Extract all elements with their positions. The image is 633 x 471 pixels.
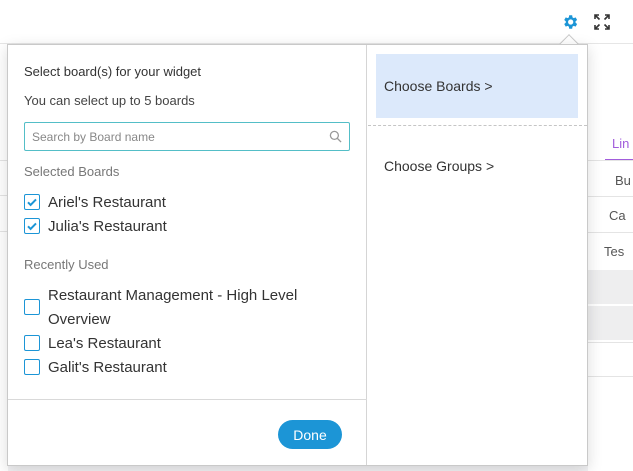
table-row-divider (588, 160, 633, 161)
footer-divider (8, 399, 367, 400)
checkbox-unchecked[interactable] (24, 359, 40, 375)
table-cell: Ca (609, 208, 626, 223)
checkbox-unchecked[interactable] (24, 299, 40, 315)
checkbox-unchecked[interactable] (24, 335, 40, 351)
steps-panel: Choose Boards > Choose Groups > (368, 45, 587, 465)
table-row (588, 270, 633, 304)
step-choose-groups[interactable]: Choose Groups > (384, 158, 494, 174)
board-option-label: Restaurant Management - High Level Overv… (48, 287, 298, 328)
popover-subtitle: You can select up to 5 boards (24, 93, 195, 108)
recently-used-label: Recently Used (24, 257, 109, 272)
board-option[interactable]: Galit's Restaurant (24, 356, 338, 380)
board-option[interactable]: Ariel's Restaurant (24, 191, 338, 215)
checkbox-checked[interactable] (24, 218, 40, 234)
search-field (24, 122, 350, 151)
board-option[interactable]: Julia's Restaurant (24, 215, 338, 239)
table-row-divider (588, 376, 633, 377)
table-cell: Bu (615, 173, 631, 188)
table-row-divider (588, 196, 633, 197)
steps-divider (368, 125, 587, 126)
checkmark-icon (27, 222, 37, 231)
table-cell: Tes (604, 244, 625, 259)
board-selection-popover: Select board(s) for your widget You can … (7, 44, 588, 466)
board-option-label: Galit's Restaurant (48, 359, 167, 376)
table-row (588, 306, 633, 340)
board-option[interactable]: Lea's Restaurant (24, 332, 338, 356)
board-option-label: Lea's Restaurant (48, 335, 161, 352)
search-icon[interactable] (329, 130, 342, 148)
expand-icon[interactable] (591, 11, 613, 33)
done-button[interactable]: Done (278, 420, 342, 449)
background-tab[interactable]: Lin (612, 136, 629, 151)
popover-title: Select board(s) for your widget (24, 64, 202, 79)
checkbox-checked[interactable] (24, 194, 40, 210)
selected-boards-label: Selected Boards (24, 164, 120, 179)
step-choose-boards[interactable]: Choose Boards > (376, 54, 578, 118)
table-row-divider (588, 232, 633, 233)
gear-icon[interactable] (559, 11, 581, 33)
checkmark-icon (27, 198, 37, 207)
board-selection-panel: Select board(s) for your widget You can … (8, 45, 367, 465)
board-option[interactable]: Restaurant Management - High Level Overv… (24, 284, 338, 332)
app-header (0, 0, 633, 44)
board-option-label: Julia's Restaurant (48, 218, 167, 235)
board-option-label: Ariel's Restaurant (48, 194, 166, 211)
table-row-divider (588, 342, 633, 343)
search-input[interactable] (25, 123, 315, 150)
